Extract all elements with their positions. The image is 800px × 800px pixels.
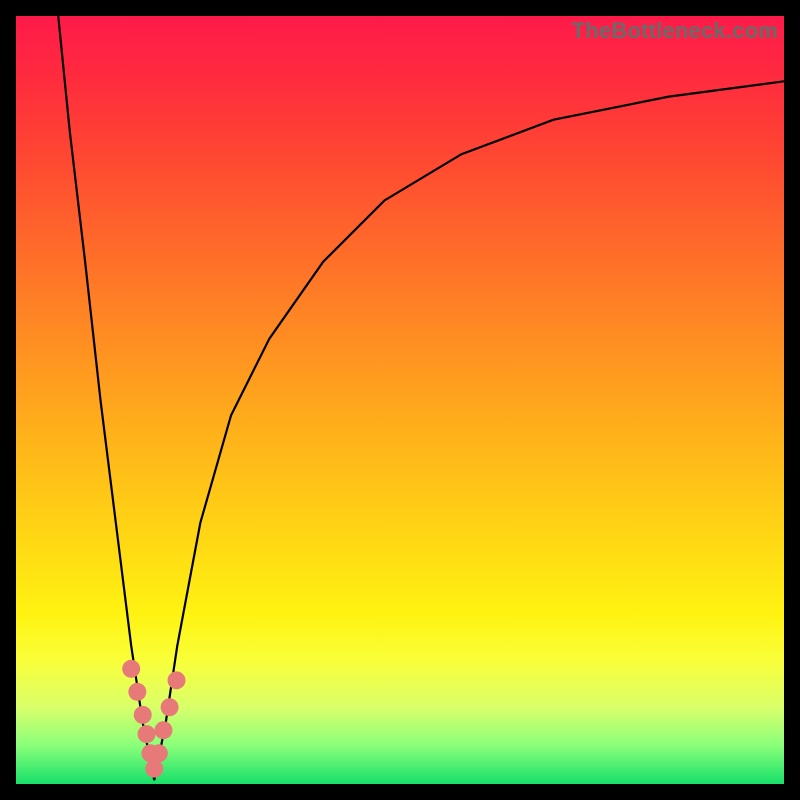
chart-frame: TheBottleneck.com [0,0,800,800]
marker-dot [145,760,163,778]
marker-dot [134,706,152,724]
marker-dot [168,671,186,689]
bottleneck-curve [58,16,784,780]
plot-area: TheBottleneck.com [16,16,784,784]
curve-layer [16,16,784,784]
marker-dot [154,721,172,739]
marker-dot [128,683,146,701]
marker-dot [138,725,156,743]
marker-group [122,660,185,778]
marker-dot [122,660,140,678]
marker-dot [150,744,168,762]
marker-dot [161,698,179,716]
